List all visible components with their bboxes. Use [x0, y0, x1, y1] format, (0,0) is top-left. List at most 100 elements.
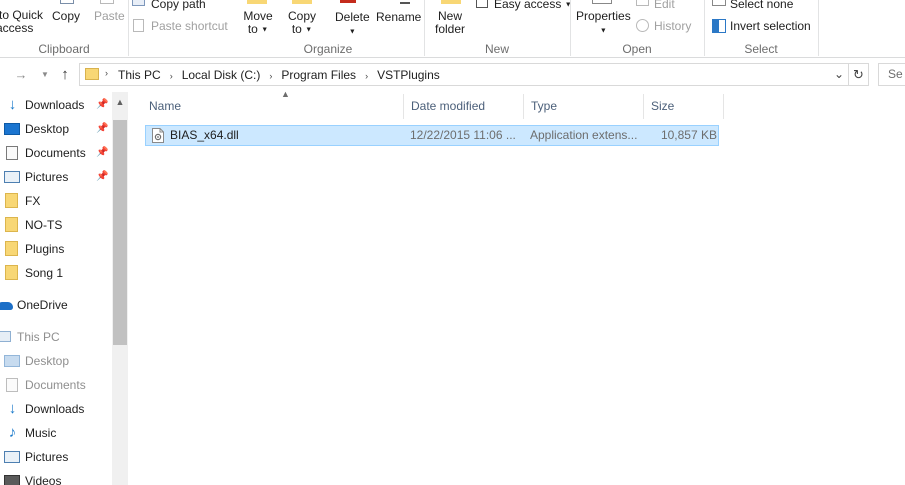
breadcrumb-separator-icon[interactable]: › — [365, 71, 368, 81]
pin-to-quick-access-button[interactable]: to Quick access — [0, 9, 46, 35]
search-input[interactable]: Se — [878, 63, 905, 86]
folder-icon — [5, 193, 18, 208]
nav-item-label: Downloads — [25, 98, 85, 112]
nav-item-label: Downloads — [25, 402, 85, 416]
desktop-icon — [4, 123, 20, 135]
breadcrumb-separator-icon[interactable]: › — [269, 71, 272, 81]
move-to-line2: to — [247, 22, 258, 36]
rename-button[interactable]: Rename — [376, 10, 421, 24]
delete-button[interactable]: Delete ▼ — [335, 10, 370, 38]
file-date-modified: 12/22/2015 11:06 ... — [410, 128, 516, 142]
ribbon-divider — [818, 0, 819, 56]
nav-item-label: Documents — [25, 378, 86, 392]
column-header-type[interactable]: Type — [524, 94, 644, 119]
paste-shortcut-button[interactable]: Paste shortcut — [151, 19, 228, 33]
paste-button[interactable]: Paste — [94, 9, 125, 23]
nav-item-documents[interactable]: Documents — [0, 374, 112, 396]
open-group: Properties ▼ Edit History Open — [570, 0, 704, 57]
organize-group: Move to ▼ Copy to ▼ Delete ▼ Rename Orga… — [232, 0, 424, 57]
nav-item-downloads[interactable]: ↓ Downloads — [0, 398, 112, 420]
address-bar[interactable]: › This PC › Local Disk (C:) › Program Files ›… — [79, 63, 849, 86]
column-header-size[interactable]: Size — [644, 94, 724, 119]
nav-item-this-pc[interactable]: This PC — [0, 326, 112, 348]
copy-button[interactable]: Copy — [52, 9, 80, 23]
up-arrow-icon[interactable]: ↑ — [56, 66, 74, 84]
easy-access-label: Easy access — [494, 0, 562, 11]
pin-icon[interactable]: 📌 — [96, 118, 108, 140]
nav-item-downloads[interactable]: ↓ Downloads 📌 — [0, 94, 112, 116]
chevron-down-icon: ▼ — [305, 26, 313, 34]
pin-icon[interactable]: 📌 — [96, 94, 108, 116]
recent-locations-chevron-icon[interactable]: ▼ — [36, 66, 54, 84]
scroll-up-arrow-icon[interactable]: ▲ — [112, 95, 128, 109]
file-list: Name ▲ Date modified Type Size BIAS_x64.… — [128, 89, 905, 485]
copy-to-button[interactable]: Copy to ▼ — [285, 10, 319, 36]
download-arrow-icon: ↓ — [8, 400, 17, 417]
nav-item-documents[interactable]: Documents 📌 — [0, 142, 112, 164]
desktop-icon — [4, 355, 20, 367]
new-folder-button[interactable]: New folder — [432, 10, 468, 36]
breadcrumb-this-pc[interactable]: This PC — [118, 68, 161, 82]
pin-icon[interactable]: 📌 — [96, 166, 108, 188]
properties-icon — [592, 0, 612, 4]
copy-path-button[interactable]: Copy path — [151, 0, 206, 11]
column-header-name[interactable]: Name — [142, 94, 404, 119]
breadcrumb-chevron-icon[interactable]: › — [105, 68, 108, 78]
scrollbar-thumb[interactable] — [113, 120, 127, 345]
table-row[interactable]: BIAS_x64.dll 12/22/2015 11:06 ... Applic… — [145, 125, 719, 146]
nav-item-fx[interactable]: FX — [0, 190, 112, 212]
nav-item-music[interactable]: ♪ Music — [0, 422, 112, 444]
music-icon: ♪ — [8, 424, 17, 441]
history-icon — [636, 19, 649, 32]
breadcrumb-vstplugins[interactable]: VSTPlugins — [377, 68, 440, 82]
edit-icon — [636, 0, 649, 6]
nav-item-desktop[interactable]: Desktop — [0, 350, 112, 372]
nav-item-song-1[interactable]: Song 1 — [0, 262, 112, 284]
folder-icon — [85, 68, 99, 80]
nav-item-plugins[interactable]: Plugins — [0, 238, 112, 260]
clipboard-small-group: Copy path Paste shortcut — [128, 0, 232, 57]
breadcrumb-program-files[interactable]: Program Files — [281, 68, 356, 82]
cloud-icon — [0, 302, 13, 310]
pin-icon[interactable]: 📌 — [96, 142, 108, 164]
folder-icon — [5, 241, 18, 256]
refresh-icon[interactable]: ↻ — [849, 63, 869, 86]
new-group: New folder Easy access ▼ New — [424, 0, 572, 57]
select-none-button[interactable]: Select none — [730, 0, 793, 11]
nav-item-desktop[interactable]: Desktop 📌 — [0, 118, 112, 140]
pictures-icon — [4, 451, 20, 463]
nav-item-pictures[interactable]: Pictures — [0, 446, 112, 468]
pin-to-quick-access-line2: access — [0, 21, 34, 35]
paste-shortcut-icon — [133, 19, 144, 32]
new-group-label: New — [484, 42, 509, 56]
chevron-down-icon: ▼ — [599, 27, 607, 35]
forward-arrow-icon[interactable]: → — [12, 66, 30, 84]
nav-item-label: FX — [25, 194, 41, 208]
move-to-button[interactable]: Move to ▼ — [241, 10, 275, 36]
easy-access-button[interactable]: Easy access ▼ — [494, 0, 572, 11]
nav-item-onedrive[interactable]: OneDrive — [0, 294, 112, 316]
properties-label: Properties — [576, 9, 631, 23]
file-size: 10,857 KB — [660, 128, 717, 142]
nav-scrollbar[interactable]: ▲ — [112, 92, 128, 485]
nav-item-no-ts[interactable]: NO-TS — [0, 214, 112, 236]
move-to-line2-wrap: to ▼ — [241, 23, 275, 36]
nav-item-label: OneDrive — [17, 298, 68, 312]
breadcrumb-separator-icon[interactable]: › — [170, 71, 173, 81]
nav-item-label: Documents — [25, 146, 86, 160]
nav-item-videos[interactable]: Videos — [0, 470, 112, 485]
edit-button[interactable]: Edit — [654, 0, 675, 11]
address-row: → ▼ ↑ › This PC › Local Disk (C:) › Program … — [0, 62, 905, 88]
breadcrumb-local-disk[interactable]: Local Disk (C:) — [182, 68, 261, 82]
nav-item-pictures[interactable]: Pictures 📌 — [0, 166, 112, 188]
column-header-date-modified[interactable]: Date modified — [404, 94, 524, 119]
properties-button[interactable]: Properties ▼ — [576, 9, 631, 37]
invert-selection-button[interactable]: Invert selection — [730, 19, 811, 33]
copy-icon — [60, 0, 74, 4]
copy-to-line2-wrap: to ▼ — [285, 23, 319, 36]
select-group: Select none Invert selection Select — [704, 0, 818, 57]
address-dropdown-icon[interactable]: ⌄ — [834, 67, 844, 81]
dll-file-icon — [152, 128, 164, 143]
history-button[interactable]: History — [654, 19, 691, 33]
nav-item-label: Desktop — [25, 354, 70, 368]
